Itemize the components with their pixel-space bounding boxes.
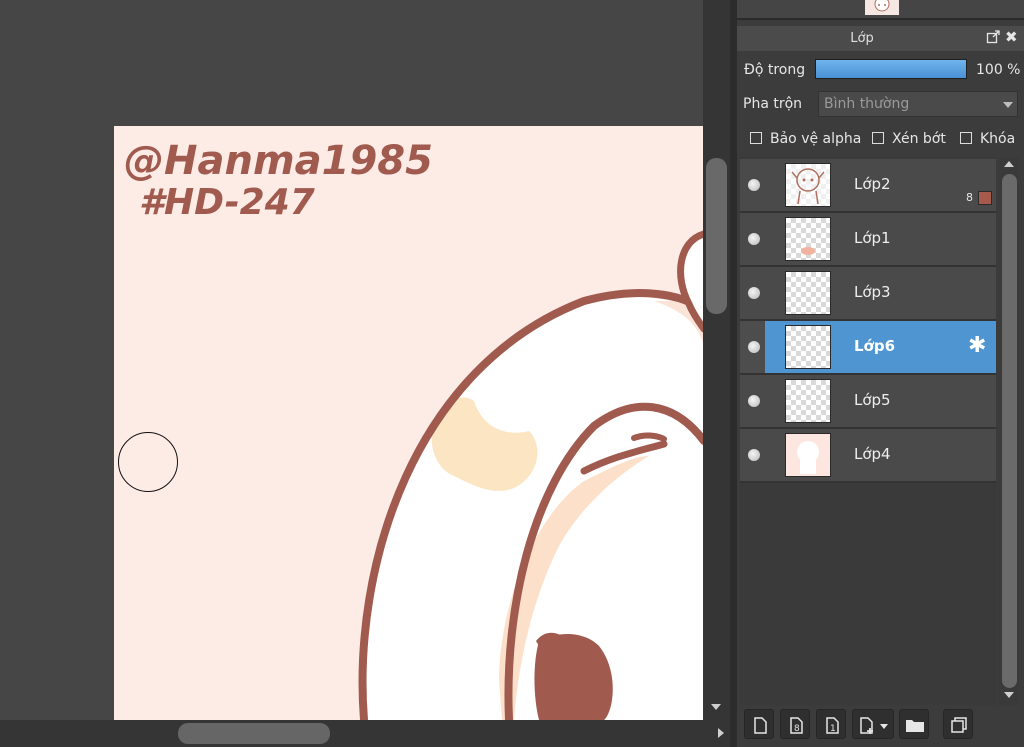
lock-label: Khóa	[980, 131, 1016, 147]
add-layer-menu-icon	[860, 717, 888, 734]
layer-row[interactable]: Lớp5	[740, 375, 996, 429]
new-1bit-layer-button[interactable]: 1	[816, 709, 846, 739]
layer-thumbnail	[785, 379, 831, 423]
layer-thumbnail	[785, 217, 831, 261]
chevron-down-icon	[1003, 102, 1013, 108]
layer-name: Lớp5	[854, 391, 891, 409]
new-layer-icon	[754, 717, 767, 734]
layer-thumbnail	[785, 325, 831, 369]
new-layer-button[interactable]	[744, 709, 774, 739]
new-8bit-layer-icon: 8	[790, 717, 803, 734]
layer-name: Lớp1	[854, 229, 891, 247]
svg-text:1: 1	[830, 724, 836, 734]
opacity-slider-fill	[816, 60, 966, 78]
navigator-thumbnail[interactable]	[865, 0, 899, 15]
handwriting-line-1: @Hanma1985	[124, 138, 433, 184]
layer-color-swatch[interactable]	[978, 191, 992, 205]
artwork: @Hanma1985 #HD-247	[124, 138, 703, 720]
scroll-down-icon[interactable]	[1004, 692, 1014, 698]
visibility-eye-icon[interactable]	[748, 341, 760, 353]
layer-name: Lớp3	[854, 283, 891, 301]
opacity-label: Độ trong	[744, 62, 806, 78]
layer-toolbar: 8 1	[737, 705, 1024, 747]
layer-row-selected[interactable]: Lớp6 ✱	[740, 321, 996, 375]
layer-color-depth-badge: 8	[966, 191, 973, 204]
visibility-eye-icon[interactable]	[748, 179, 760, 191]
layer-thumbnail	[785, 163, 831, 207]
canvas-vertical-scrollbar[interactable]	[703, 0, 730, 720]
visibility-eye-icon[interactable]	[748, 395, 760, 407]
lock-checkbox[interactable]	[960, 132, 972, 144]
opacity-slider[interactable]	[815, 59, 967, 79]
panel-header: Lớp ✖	[737, 26, 1024, 51]
brush-cursor	[118, 432, 178, 492]
clipping-checkbox[interactable]	[872, 132, 884, 144]
blend-mode-select[interactable]: Bình thường	[818, 91, 1018, 117]
svg-text:8: 8	[794, 724, 800, 734]
gear-icon[interactable]: ✱	[968, 335, 986, 357]
scroll-up-icon[interactable]	[1004, 161, 1014, 167]
layer-list-scroll-thumb[interactable]	[1002, 174, 1017, 688]
new-folder-icon	[906, 720, 924, 732]
new-folder-button[interactable]	[899, 709, 929, 739]
layer-row[interactable]: Lớp3	[740, 267, 996, 321]
opacity-value: 100 %	[976, 62, 1021, 78]
new-1bit-layer-icon: 1	[826, 717, 839, 734]
new-8bit-layer-button[interactable]: 8	[780, 709, 810, 739]
scroll-down-icon[interactable]	[711, 704, 721, 710]
layer-thumbnail	[785, 271, 831, 315]
clipping-label: Xén bớt	[892, 131, 946, 147]
artboard[interactable]: @Hanma1985 #HD-247	[114, 126, 703, 720]
popout-icon[interactable]	[986, 30, 1000, 44]
layer-name: Lớp2	[854, 175, 891, 193]
layer-list-scrollbar[interactable]	[999, 157, 1019, 705]
visibility-eye-icon[interactable]	[748, 287, 760, 299]
add-layer-menu-button[interactable]	[852, 709, 894, 739]
duplicate-layer-button[interactable]	[943, 709, 973, 739]
layer-name: Lớp4	[854, 445, 891, 463]
close-icon[interactable]: ✖	[1005, 28, 1018, 46]
navigator-strip	[737, 0, 1024, 20]
layer-panel: Lớp ✖ Độ trong 100 % Pha trộn Bình thườn…	[737, 0, 1024, 747]
vertical-scroll-thumb[interactable]	[706, 158, 727, 314]
blend-mode-label: Pha trộn	[743, 96, 803, 112]
duplicate-layer-icon	[951, 717, 967, 733]
protect-alpha-label: Bảo vệ alpha	[770, 131, 862, 147]
blend-mode-value: Bình thường	[824, 96, 910, 112]
panel-splitter[interactable]	[730, 0, 737, 747]
canvas-area[interactable]: @Hanma1985 #HD-247	[0, 0, 703, 720]
handwriting-line-2: #HD-247	[139, 182, 315, 223]
layer-thumbnail	[785, 433, 831, 477]
layer-name: Lớp6	[854, 337, 896, 355]
protect-alpha-checkbox[interactable]	[750, 132, 762, 144]
horizontal-scroll-thumb[interactable]	[178, 723, 330, 744]
layer-row[interactable]: Lớp2 8	[740, 159, 996, 213]
layer-row[interactable]: Lớp4	[740, 429, 996, 483]
layer-list: Lớp2 8 Lớp1 Lớp3 Lớp6 ✱ Lớp5 Lớp4	[740, 157, 997, 705]
visibility-eye-icon[interactable]	[748, 233, 760, 245]
canvas-horizontal-scrollbar[interactable]	[0, 720, 730, 747]
visibility-eye-icon[interactable]	[748, 449, 760, 461]
layer-row[interactable]: Lớp1	[740, 213, 996, 267]
scroll-right-icon[interactable]	[718, 728, 724, 738]
panel-title: Lớp	[850, 31, 874, 46]
